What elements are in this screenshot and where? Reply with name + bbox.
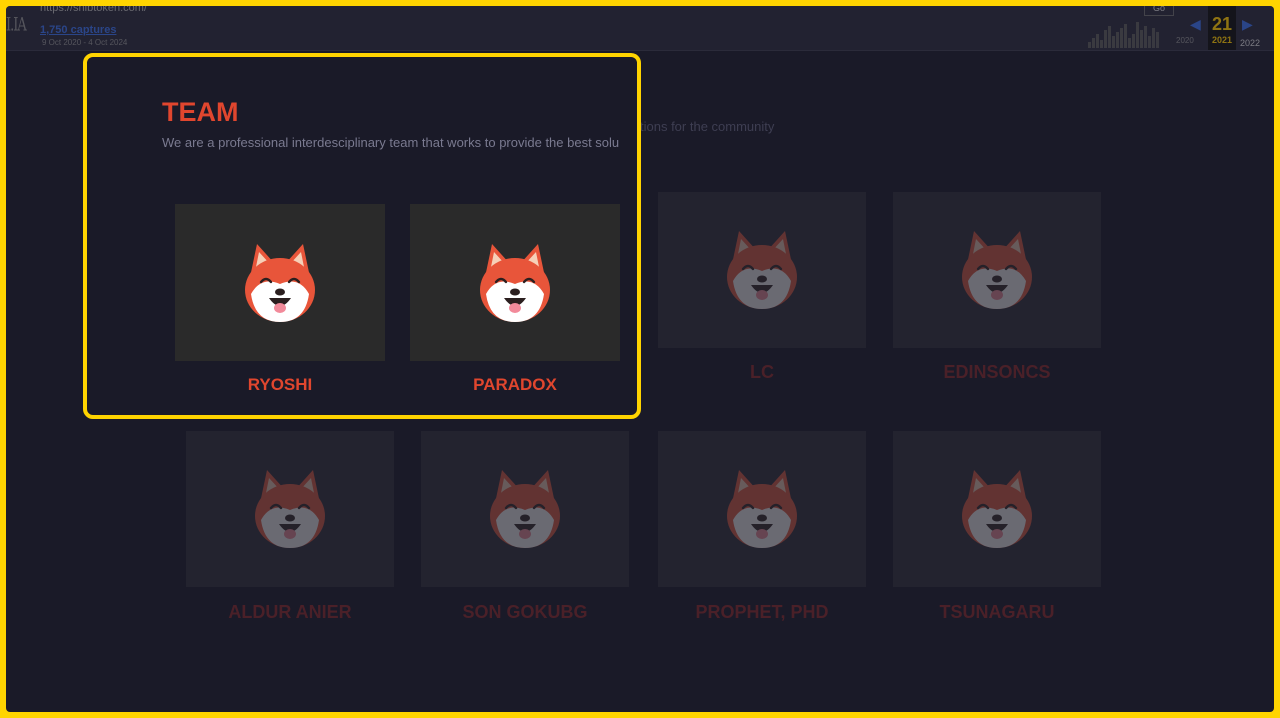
shiba-fox-avatar-icon [960, 468, 1034, 550]
team-card-prophet-phd[interactable] [658, 431, 866, 587]
team-card-aldur-anier[interactable] [186, 431, 394, 587]
capture-histogram-bar [1088, 42, 1091, 48]
wayback-toolbar: I.IA https://shibtoken.com/ 1,750 captur… [6, 6, 1274, 51]
prev-capture-arrow-icon[interactable]: ◀ [1190, 16, 1201, 33]
captures-link[interactable]: 1,750 captures [40, 24, 116, 36]
shiba-fox-avatar-icon [725, 468, 799, 550]
wayback-logo[interactable]: I.IA [6, 15, 27, 36]
capture-histogram-bar [1112, 36, 1115, 48]
team-member-name: PARADOX [473, 375, 557, 394]
capture-histogram-bar [1116, 32, 1119, 48]
capture-histogram-bar [1156, 32, 1159, 48]
capture-histogram-bar [1136, 22, 1139, 48]
team-member-name: RYOSHI [247, 375, 313, 394]
next-capture-arrow-icon[interactable]: ▶ [1242, 16, 1253, 33]
capture-histogram-bar [1152, 28, 1155, 48]
capture-histogram-bar [1128, 38, 1131, 48]
capture-histogram-bar [1140, 30, 1143, 48]
current-capture-date: 21 2021 [1208, 6, 1236, 50]
shiba-fox-avatar-icon [960, 229, 1034, 311]
page-viewport: I.IA https://shibtoken.com/ 1,750 captur… [6, 6, 1274, 712]
highlighted-team-panel: TEAM We are a professional interdescipli… [83, 53, 641, 419]
capture-histogram-bar [1120, 28, 1123, 48]
wayback-url[interactable]: https://shibtoken.com/ [40, 6, 147, 14]
subtitle-continuation: tions for the community [640, 119, 775, 134]
shiba-fox-avatar-icon [243, 242, 317, 323]
prev-year-label[interactable]: 2020 [1176, 36, 1194, 45]
capture-histogram-bar [1092, 38, 1095, 48]
capture-date-range: 9 Oct 2020 - 4 Oct 2024 [42, 38, 128, 47]
capture-histogram-bar [1096, 34, 1099, 48]
capture-histogram[interactable] [1088, 22, 1172, 48]
next-year-label[interactable]: 2022 [1240, 38, 1260, 48]
current-year: 2021 [1211, 35, 1233, 45]
shiba-fox-avatar-icon [725, 229, 799, 311]
shiba-fox-avatar-icon [253, 468, 327, 550]
team-member-name: SON GOKUBG [462, 602, 588, 622]
team-card-ryoshi[interactable] [175, 204, 385, 361]
team-card-lc[interactable] [658, 192, 866, 348]
capture-histogram-bar [1104, 30, 1107, 48]
team-member-name: PROPHET, PHD [695, 602, 829, 622]
capture-histogram-bar [1144, 26, 1147, 48]
capture-histogram-bar [1108, 26, 1111, 48]
current-day: 21 [1211, 14, 1233, 34]
capture-histogram-bar [1124, 24, 1127, 48]
team-member-name: ALDUR ANIER [228, 602, 352, 622]
team-card-paradox[interactable] [410, 204, 620, 361]
team-card-tsunagaru[interactable] [893, 431, 1101, 587]
team-member-name: TSUNAGARU [939, 602, 1055, 622]
section-title: TEAM [162, 97, 239, 127]
section-subtitle: We are a professional interdesciplinary … [162, 135, 620, 150]
go-button[interactable]: Go [1144, 6, 1174, 16]
capture-histogram-bar [1132, 34, 1135, 48]
team-card-son-gokubg[interactable] [421, 431, 629, 587]
shiba-fox-avatar-icon [488, 468, 562, 550]
team-card-edinsoncs[interactable] [893, 192, 1101, 348]
capture-histogram-bar [1100, 40, 1103, 48]
shiba-fox-avatar-icon [478, 242, 552, 323]
team-member-name: LC [750, 362, 774, 382]
capture-histogram-bar [1148, 36, 1151, 48]
team-member-name: EDINSONCS [943, 362, 1051, 382]
